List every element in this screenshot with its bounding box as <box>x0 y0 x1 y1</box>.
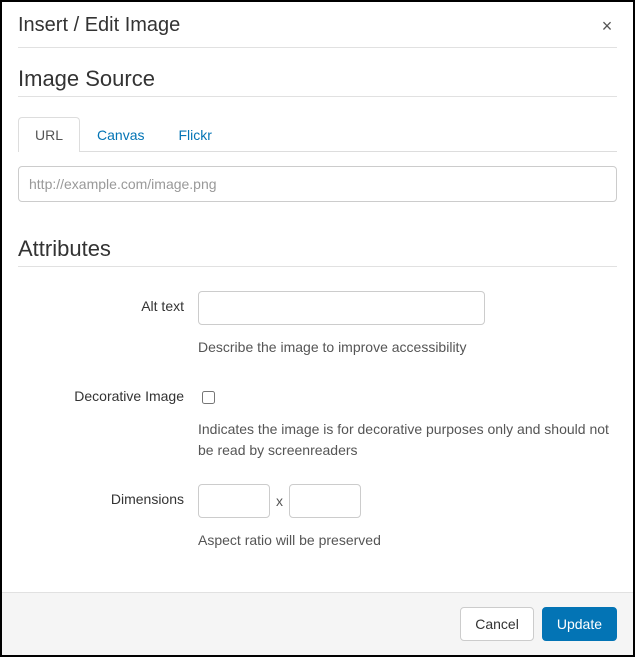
close-icon[interactable]: × <box>597 17 617 35</box>
height-input[interactable] <box>289 484 361 518</box>
decorative-checkbox[interactable] <box>202 391 215 404</box>
alt-text-row: Alt text Describe the image to improve a… <box>18 291 617 357</box>
decorative-label: Decorative Image <box>18 381 198 404</box>
tab-url[interactable]: URL <box>18 117 80 152</box>
dialog-header: Insert / Edit Image × <box>18 14 617 48</box>
image-source-heading: Image Source <box>18 66 617 97</box>
decorative-help: Indicates the image is for decorative pu… <box>198 419 617 460</box>
alt-text-input[interactable] <box>198 291 485 325</box>
width-input[interactable] <box>198 484 270 518</box>
dialog-title: Insert / Edit Image <box>18 14 180 37</box>
dialog-footer: Cancel Update <box>2 592 633 655</box>
source-tabs: URL Canvas Flickr <box>18 117 617 152</box>
alt-text-help: Describe the image to improve accessibil… <box>198 337 617 357</box>
dimensions-help: Aspect ratio will be preserved <box>198 530 617 550</box>
dimensions-row: Dimensions x Aspect ratio will be preser… <box>18 484 617 550</box>
dialog-body: Insert / Edit Image × Image Source URL C… <box>2 2 633 592</box>
image-url-input[interactable] <box>18 166 617 202</box>
attributes-heading: Attributes <box>18 236 617 267</box>
cancel-button[interactable]: Cancel <box>460 607 534 641</box>
insert-edit-image-dialog: Insert / Edit Image × Image Source URL C… <box>0 0 635 657</box>
dimensions-label: Dimensions <box>18 484 198 507</box>
tab-flickr[interactable]: Flickr <box>161 117 228 152</box>
alt-text-label: Alt text <box>18 291 198 314</box>
dimensions-separator: x <box>276 493 283 509</box>
decorative-row: Decorative Image Indicates the image is … <box>18 381 617 460</box>
update-button[interactable]: Update <box>542 607 617 641</box>
tab-canvas[interactable]: Canvas <box>80 117 161 152</box>
